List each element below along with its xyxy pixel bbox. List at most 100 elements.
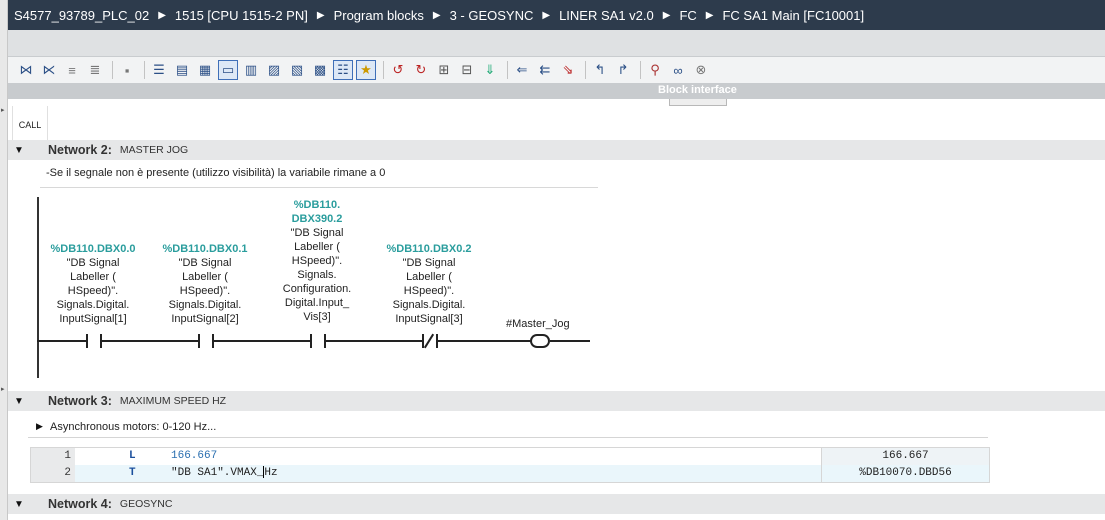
network-2-header[interactable]: ▼ Network 2: MASTER JOG (8, 140, 1105, 160)
monitor-value: 166.667 (821, 448, 989, 465)
collapse-arrow-icon[interactable]: ▸ (1, 106, 6, 114)
splitter-handle[interactable] (669, 99, 727, 106)
chevron-right-icon: ▶ (432, 9, 441, 21)
contact-1-operand[interactable]: %DB110.DBX0.0 "DB Signal Labeller ( HSpe… (38, 242, 148, 326)
jump-prev-icon[interactable]: ⇐ (512, 60, 532, 80)
breadcrumb-item-geosync[interactable]: 3 - GEOSYNC (450, 8, 534, 23)
stl-row[interactable]: 1 L 166.667 166.667 (31, 448, 989, 465)
watch-icon[interactable]: ⚲ (645, 60, 665, 80)
breadcrumb-item-liner[interactable]: LINER SA1 v2.0 (559, 8, 654, 23)
call-tab-label: CALL (18, 119, 42, 130)
coil-operand[interactable]: #Master_Jog (506, 318, 570, 330)
network-title[interactable]: MAXIMUM SPEED HZ (120, 395, 226, 407)
network-title[interactable]: GEOSYNC (120, 498, 173, 510)
coil-right (540, 334, 550, 348)
insert-network-icon[interactable]: ⋈ (16, 60, 36, 80)
coil-left (530, 334, 540, 348)
operand-text: "DB SA1".VMAX_ (171, 467, 264, 479)
network-comment-collapsed[interactable]: ▶ Asynchronous motors: 0-120 Hz... (28, 416, 988, 438)
wire-segment (102, 340, 198, 342)
favorites-icon[interactable]: ▥ (241, 60, 261, 80)
operand: "DB SA1".VMAX_Hz (171, 465, 278, 482)
network-3-header[interactable]: ▼ Network 3: MAXIMUM SPEED HZ (8, 391, 1105, 411)
chevron-right-icon: ▶ (542, 9, 551, 21)
toolbar-separator (585, 61, 586, 79)
contact-symbol: InputSignal[1] (59, 313, 127, 325)
contact-symbol: InputSignal[3] (395, 313, 463, 325)
collapse-triangle-icon[interactable]: ▼ (8, 396, 30, 407)
nc-slash (423, 333, 435, 349)
collapse-arrow-icon[interactable]: ▸ (1, 385, 6, 393)
list-view-icon[interactable]: ☷ (333, 60, 353, 80)
contact-symbol: Signals. (297, 269, 337, 281)
collapse-triangle-icon[interactable]: ▼ (8, 145, 30, 156)
toolbar-separator (383, 61, 384, 79)
network-comment[interactable]: -Se il segnale non è presente (utilizzo … (46, 167, 385, 179)
contact-3-operand[interactable]: %DB110. DBX390.2 "DB Signal Labeller ( H… (262, 198, 372, 324)
jump-in-icon[interactable]: ⇘ (558, 60, 578, 80)
contact-symbol: "DB Signal (290, 227, 344, 239)
collapse-icon[interactable]: ▤ (172, 60, 192, 80)
toggle-absolute-icon[interactable]: ▪ (117, 60, 137, 80)
stl-editor[interactable]: 1 L 166.667 166.667 2 T "DB SA1".VMAX_Hz… (30, 447, 990, 483)
editor-toolbar: ⋈ ⋉ ≡ ≣ ▪ ☰ ▤ ▦ ▭ ▥ ▨ ▧ ▩ ☷ ★ ↺ ↻ ⊞ ⊟ ⇓ … (8, 57, 1105, 83)
breadcrumb-item-fc[interactable]: FC (679, 8, 696, 23)
code-cell[interactable]: T "DB SA1".VMAX_Hz (75, 465, 821, 482)
left-splitter[interactable]: ▸ ▸ (0, 0, 8, 520)
jump-out-icon[interactable]: ↰ (590, 60, 610, 80)
network-label: Network 3: (48, 394, 112, 408)
operand: 166.667 (171, 450, 218, 462)
contact-2-operand[interactable]: %DB110.DBX0.1 "DB Signal Labeller ( HSpe… (150, 242, 260, 326)
download-icon[interactable]: ⇓ (480, 60, 500, 80)
abs-symbolic-icon[interactable]: ▩ (310, 60, 330, 80)
breadcrumb: S4577_93789_PLC_02 ▶ 1515 [CPU 1515-2 PN… (8, 0, 1105, 30)
monitor-icon[interactable]: ▧ (287, 60, 307, 80)
jump-next-icon[interactable]: ⇇ (535, 60, 555, 80)
line-number: 1 (31, 448, 75, 465)
breadcrumb-item-project[interactable]: S4577_93789_PLC_02 (14, 8, 149, 23)
call-tab[interactable]: CALL (12, 106, 48, 144)
network-title[interactable]: MASTER JOG (120, 144, 188, 156)
monitoring-icon[interactable]: ↱ (613, 60, 633, 80)
display-options-icon[interactable]: ▨ (264, 60, 284, 80)
collapse-triangle-icon[interactable]: ▼ (8, 499, 30, 510)
module-icon[interactable]: ⊗ (691, 60, 711, 80)
network-4-header[interactable]: ▼ Network 4: GEOSYNC (8, 494, 1105, 514)
compare-icon[interactable]: ⊟ (457, 60, 477, 80)
expand-icon[interactable]: ☰ (149, 60, 169, 80)
toolbar-separator (112, 61, 113, 79)
breadcrumb-item-block[interactable]: FC SA1 Main [FC10001] (722, 8, 864, 23)
code-cell[interactable]: L 166.667 (75, 448, 821, 465)
contact-symbol: Signals.Digital. (168, 299, 242, 311)
go-to-icon[interactable]: ↺ (388, 60, 408, 80)
block-interface-bar[interactable]: Block interface (8, 83, 1105, 99)
instruction: T (129, 467, 136, 479)
add-row-icon[interactable]: ≣ (85, 60, 105, 80)
ladder-network-2: %DB110.DBX0.0 "DB Signal Labeller ( HSpe… (30, 195, 600, 380)
contact-3-left (310, 334, 312, 348)
delete-network-icon[interactable]: ⋉ (39, 60, 59, 80)
networks-icon[interactable]: ▦ (195, 60, 215, 80)
toolbar-separator (640, 61, 641, 79)
contact-symbol: Digital.Input_ (284, 297, 350, 309)
contact-address: %DB110. (293, 199, 341, 211)
breadcrumb-item-program-blocks[interactable]: Program blocks (334, 8, 424, 23)
load-icon[interactable]: ⊞ (434, 60, 454, 80)
comments-icon[interactable]: ▭ (218, 60, 238, 80)
contact-symbol: Labeller ( (70, 271, 116, 283)
favorites-bar-icon[interactable]: ★ (356, 60, 376, 80)
wire-segment (550, 340, 590, 342)
stl-row[interactable]: 2 T "DB SA1".VMAX_Hz %DB10070.DBD56 (31, 465, 989, 482)
monitor-value: %DB10070.DBD56 (821, 465, 989, 482)
chevron-right-icon: ▶ (662, 9, 671, 21)
breadcrumb-item-cpu[interactable]: 1515 [CPU 1515-2 PN] (175, 8, 308, 23)
insert-row-icon[interactable]: ≡ (62, 60, 82, 80)
go-back-icon[interactable]: ↻ (411, 60, 431, 80)
contact-symbol: "DB Signal (66, 257, 120, 269)
glasses-icon[interactable]: ∞ (668, 60, 688, 80)
contact-symbol: HSpeed)". (67, 285, 119, 297)
expand-arrow-icon[interactable]: ▶ (36, 421, 48, 432)
contact-4-operand[interactable]: %DB110.DBX0.2 "DB Signal Labeller ( HSpe… (374, 242, 484, 326)
instruction: L (129, 450, 136, 462)
contact-symbol: Labeller ( (294, 241, 340, 253)
